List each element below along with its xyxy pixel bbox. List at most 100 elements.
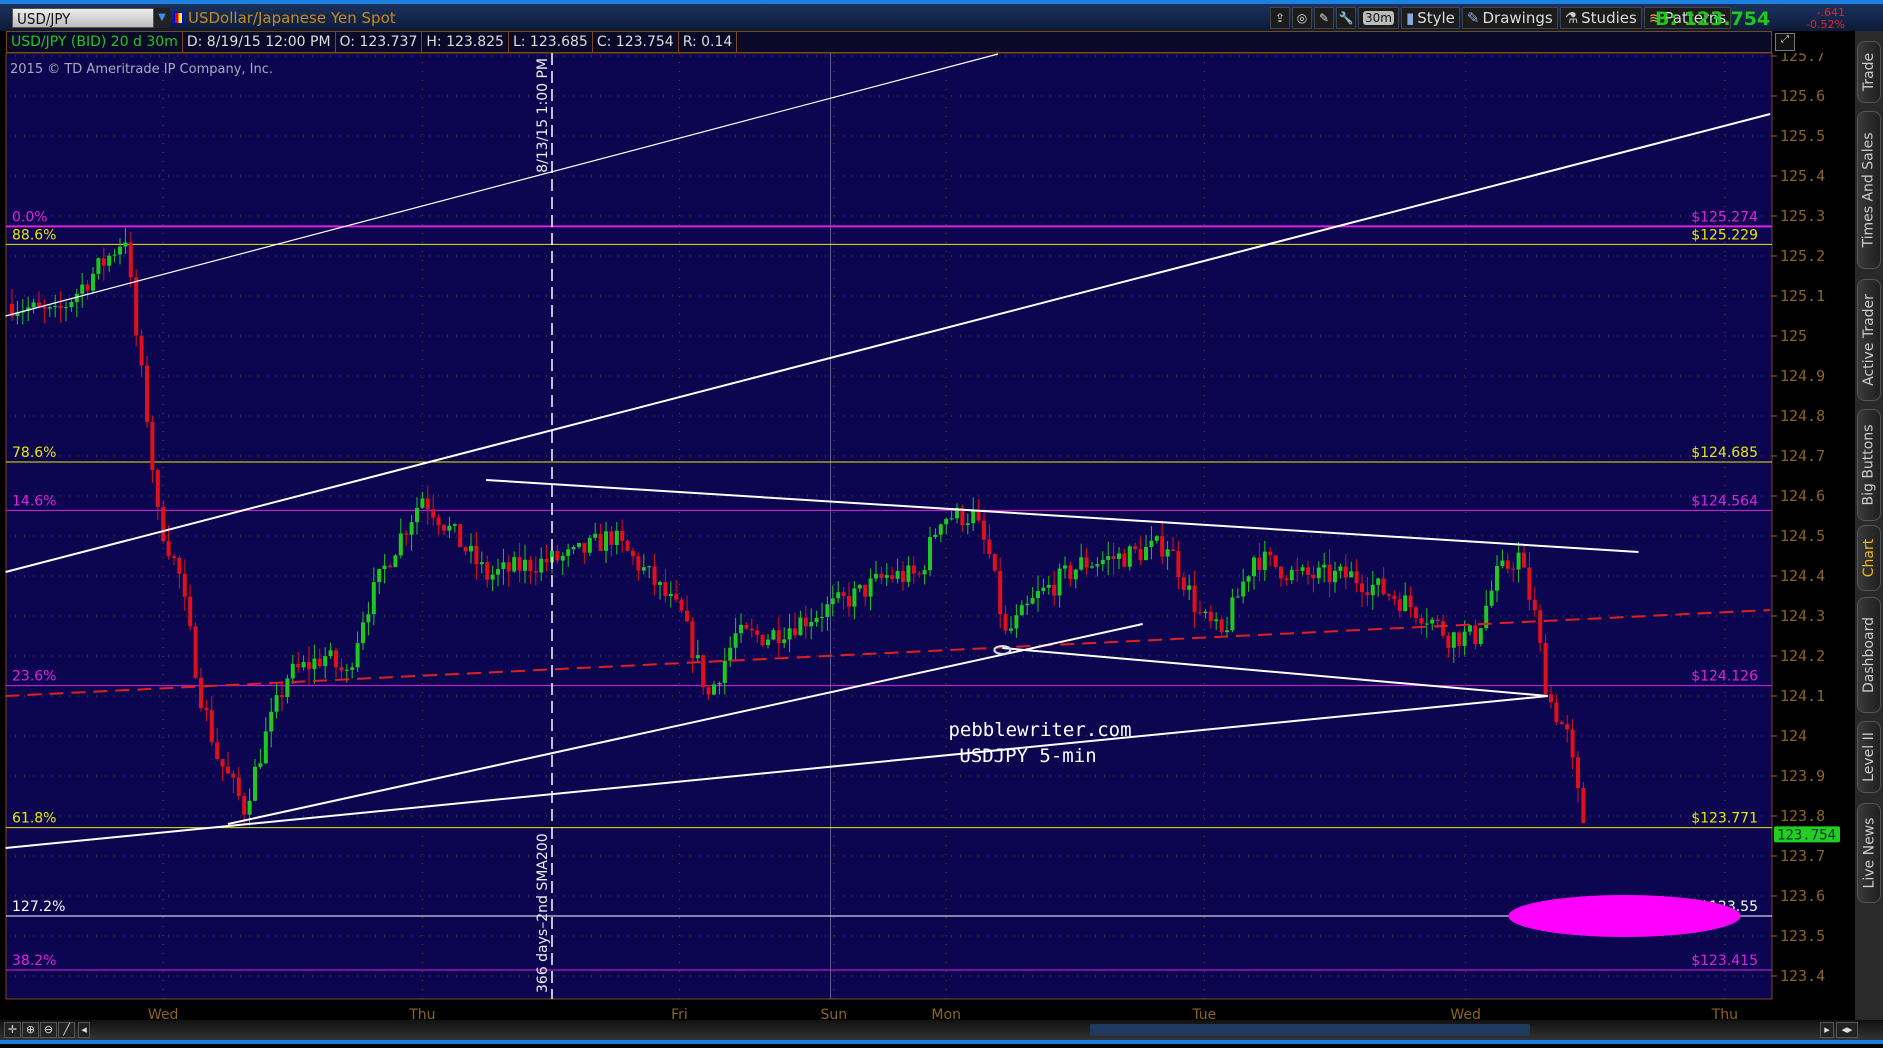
zoom-in-icon[interactable]: ⊕ [22, 1022, 39, 1038]
horizontal-scrollbar[interactable] [1090, 1024, 1530, 1036]
candle-body [37, 302, 41, 307]
fit-width-icon[interactable]: ◂▸ [1836, 1022, 1858, 1038]
candle-body [301, 662, 306, 668]
fib-price-label: $125.274 [1691, 209, 1758, 225]
price-chart[interactable]: 0.0% $125.274 88.6% $125.229 78.6% $124.685 14… [0, 53, 1855, 1020]
target-ellipse [1508, 895, 1741, 937]
candle-body [42, 306, 47, 309]
candle-style-icon: ▮ [1405, 9, 1415, 27]
pencil-icon: ✎ [1466, 9, 1480, 27]
candle-body [134, 277, 139, 336]
bar-date: D: 8/19/15 12:00 PM [183, 32, 336, 52]
scroll-right-icon[interactable]: ▸ [1820, 1022, 1834, 1038]
candle-body [1489, 590, 1494, 606]
candle-body [258, 763, 263, 767]
candle-body [1543, 642, 1548, 695]
candle-body [971, 509, 976, 524]
candle-body [658, 582, 662, 585]
candle-body [1106, 556, 1111, 560]
candle-body [852, 588, 857, 607]
vline-label-sma: 366 days–2nd SMA200 [535, 833, 551, 993]
studies-button[interactable]: ⚗ Studies [1559, 7, 1642, 29]
fib-percent-label: 38.2% [12, 953, 56, 969]
candle-body [334, 650, 338, 668]
tab-live-news[interactable]: Live News [1857, 803, 1881, 903]
candle-body [155, 470, 160, 507]
candle-body [685, 610, 689, 622]
candle-body [679, 599, 684, 611]
wrench-icon[interactable]: 🔧 [1336, 7, 1356, 29]
candle-body [1565, 724, 1570, 730]
x-tick-label: Thu [408, 1007, 435, 1020]
y-tick-label: 125.5 [1780, 127, 1825, 145]
symbol-input[interactable]: USD/JPY [12, 8, 154, 28]
tab-dashboard[interactable]: Dashboard [1857, 597, 1881, 713]
candle-body [1419, 618, 1424, 624]
candle-body [1354, 571, 1359, 584]
candle-body [1306, 567, 1310, 575]
last-price-label: 123.754 [1777, 827, 1836, 843]
candle-body [1030, 598, 1035, 604]
candle-body [992, 554, 997, 571]
tab-active-trader[interactable]: Active Trader [1857, 279, 1881, 401]
candle-body [836, 592, 841, 599]
candle-body [582, 543, 587, 553]
share-icon[interactable]: ⇪ [1270, 7, 1290, 29]
candle-body [118, 246, 122, 255]
candle-body [377, 568, 382, 583]
candle-body [425, 498, 430, 510]
expand-icon[interactable]: ⤢ [1775, 33, 1795, 51]
aggregation-button[interactable]: 30m [1358, 7, 1399, 29]
candle-body [85, 284, 90, 291]
candle-body [1144, 547, 1148, 561]
candle-body [739, 624, 743, 634]
candle-body [469, 545, 473, 552]
candle-body [296, 663, 301, 668]
tab-big-buttons[interactable]: Big Buttons [1857, 409, 1881, 521]
candle-body [944, 518, 949, 525]
candle-body [312, 658, 317, 670]
candle-body [47, 307, 52, 309]
x-tick-label: Wed [1450, 1007, 1481, 1020]
range-value: R: 0.14 [679, 32, 738, 52]
candle-body [1295, 569, 1300, 571]
candle-body [1068, 565, 1073, 580]
candle-body [1079, 557, 1084, 570]
symbol-dropdown-icon[interactable]: ▼ [154, 8, 170, 28]
open-value: O: 123.737 [336, 32, 423, 52]
tab-trade[interactable]: Trade [1857, 41, 1881, 103]
draw-line-icon[interactable]: ╱ [58, 1022, 75, 1038]
settings-circle-icon[interactable]: ◎ [1292, 7, 1312, 29]
fib-price-label: $123.771 [1691, 811, 1758, 827]
link-color-icon[interactable] [174, 12, 183, 24]
candle-body [820, 616, 824, 618]
y-tick-label: 124.5 [1780, 527, 1825, 545]
tools-icon[interactable]: ✎ [1314, 7, 1334, 29]
candle-body [512, 557, 517, 572]
x-tick-label: Thu [1711, 1007, 1738, 1020]
candle-body [371, 582, 376, 615]
candle-body [107, 255, 112, 266]
candle-body [415, 507, 419, 523]
candle-body [620, 530, 625, 541]
candle-body [485, 562, 490, 580]
style-button[interactable]: ▮ Style [1400, 7, 1460, 29]
candle-body [490, 574, 495, 580]
candle-body [830, 598, 835, 605]
drawings-button[interactable]: ✎ Drawings [1461, 7, 1558, 29]
zoom-out-icon[interactable]: ⊖ [40, 1022, 57, 1038]
candle-body [1100, 559, 1105, 565]
candle-body [204, 707, 209, 711]
candle-body [420, 498, 425, 508]
right-tab-strip: Trade Times And Sales Active Trader Big But… [1855, 31, 1883, 1021]
tab-chart[interactable]: Chart [1857, 525, 1881, 591]
crosshair-icon[interactable]: ✛ [4, 1022, 21, 1038]
candle-body [928, 537, 932, 571]
fib-price-label: $124.685 [1691, 445, 1758, 461]
scroll-left-icon[interactable]: ◂ [78, 1022, 90, 1038]
candle-body [458, 524, 463, 548]
tab-times-and-sales[interactable]: Times And Sales [1857, 111, 1881, 269]
candle-body [663, 582, 668, 596]
tab-level-ii[interactable]: Level II [1857, 721, 1881, 793]
candle-body [901, 571, 905, 582]
